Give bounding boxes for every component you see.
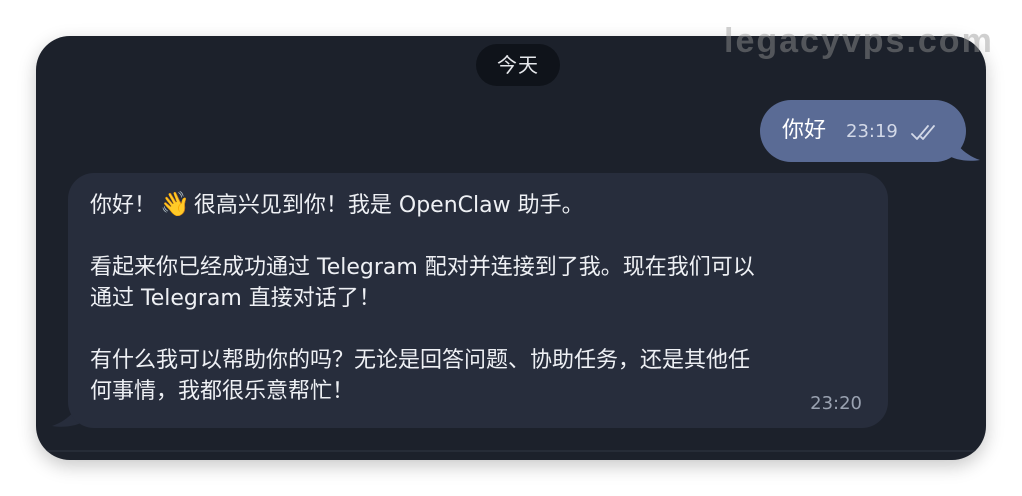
waving-hand-icon: 👋 bbox=[160, 190, 190, 218]
message-line-4: 有什么我可以帮助你的吗？无论是回答问题、协助任务，还是其他任 bbox=[90, 348, 751, 373]
message-line-3: 通过 Telegram 直接对话了！ bbox=[90, 286, 381, 311]
incoming-message-bubble[interactable]: 你好！ 👋 很高兴见到你！我是 OpenClaw 助手。 看起来你已经成功通过 Te… bbox=[68, 173, 888, 428]
incoming-message-time: 23:20 bbox=[810, 393, 862, 414]
double-check-icon bbox=[911, 125, 935, 140]
message-line-2: 看起来你已经成功通过 Telegram 配对并连接到了我。现在我们可以 bbox=[90, 255, 755, 280]
chat-window: 今天 你好 23:19 你好！ 👋 很高兴见到你！我是 OpenClaw 助手。 看… bbox=[36, 36, 986, 460]
composer-divider bbox=[36, 450, 986, 452]
outgoing-message-time: 23:19 bbox=[846, 121, 898, 142]
date-divider: 今天 bbox=[476, 44, 560, 86]
outgoing-message-text: 你好 bbox=[782, 118, 827, 143]
watermark-text: legacyvps.com bbox=[724, 22, 994, 60]
intro-text: 很高兴见到你！我是 OpenClaw 助手。 bbox=[193, 193, 584, 218]
greeting-text: 你好！ bbox=[90, 193, 157, 218]
outgoing-message-bubble[interactable]: 你好 23:19 bbox=[760, 100, 966, 162]
message-line-5: 何事情，我都很乐意帮忙！ bbox=[90, 379, 355, 404]
screenshot-stage: 今天 你好 23:19 你好！ 👋 很高兴见到你！我是 OpenClaw 助手。 看… bbox=[0, 0, 1022, 496]
incoming-message-text: 你好！ 👋 很高兴见到你！我是 OpenClaw 助手。 看起来你已经成功通过 Te… bbox=[90, 189, 870, 407]
message-line-1: 你好！ 👋 很高兴见到你！我是 OpenClaw 助手。 bbox=[90, 189, 870, 221]
